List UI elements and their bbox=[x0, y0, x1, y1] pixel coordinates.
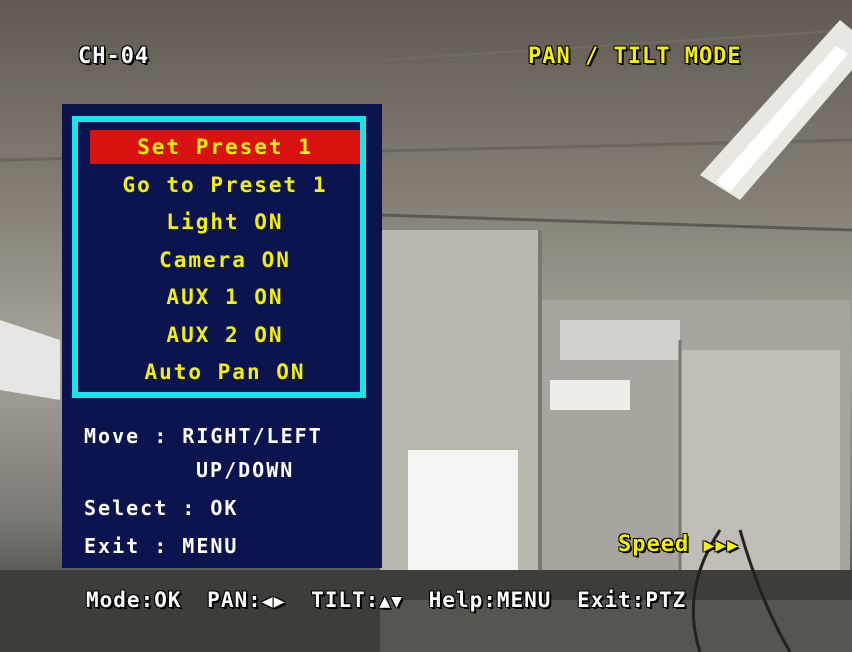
menu-item-aux-2-on[interactable]: AUX 2 ON bbox=[90, 318, 360, 352]
key-hint-bar: Mode:OK PAN:◀▶ TILT:▲▼ Help:MENU Exit:PT… bbox=[86, 588, 698, 612]
menu-item-set-preset-1[interactable]: Set Preset 1 bbox=[90, 130, 360, 164]
ptz-menu-panel: Set Preset 1 Go to Preset 1 Light ON Camera… bbox=[62, 104, 382, 568]
camera-feed: CH-04 PAN / TILT MODE Set Preset 1 Go to … bbox=[0, 0, 852, 652]
speed-arrows-icon: ▶▶▶ bbox=[703, 535, 739, 556]
pan-arrows-icon: ◀▶ bbox=[261, 591, 286, 612]
menu-item-aux-1-on[interactable]: AUX 1 ON bbox=[90, 280, 360, 314]
menu-item-light-on[interactable]: Light ON bbox=[90, 205, 360, 239]
speed-indicator: Speed ▶▶▶ bbox=[618, 532, 739, 557]
hint-tilt-label: TILT: bbox=[311, 588, 380, 612]
mode-title: PAN / TILT MODE bbox=[528, 44, 742, 69]
menu-frame: Set Preset 1 Go to Preset 1 Light ON Camera… bbox=[72, 116, 366, 398]
tilt-arrows-icon: ▲▼ bbox=[379, 591, 403, 612]
menu-item-auto-pan-on[interactable]: Auto Pan ON bbox=[90, 355, 360, 389]
help-select: Select : OK bbox=[84, 496, 239, 520]
channel-label: CH-04 bbox=[78, 44, 150, 69]
help-move: Move : RIGHT/LEFT bbox=[84, 424, 323, 448]
hint-help: Help:MENU bbox=[428, 588, 552, 612]
help-move-updown: UP/DOWN bbox=[196, 458, 295, 482]
speed-label: Speed bbox=[618, 532, 690, 557]
hint-pan-label: PAN: bbox=[207, 588, 262, 612]
hint-exit: Exit:PTZ bbox=[577, 588, 687, 612]
help-exit: Exit : MENU bbox=[84, 534, 239, 558]
hint-mode: Mode:OK bbox=[86, 588, 182, 612]
hint-pan: PAN:◀▶ bbox=[207, 588, 285, 612]
menu-item-camera-on[interactable]: Camera ON bbox=[90, 243, 360, 277]
hint-tilt: TILT:▲▼ bbox=[311, 588, 403, 612]
menu-item-go-to-preset-1[interactable]: Go to Preset 1 bbox=[90, 168, 360, 202]
